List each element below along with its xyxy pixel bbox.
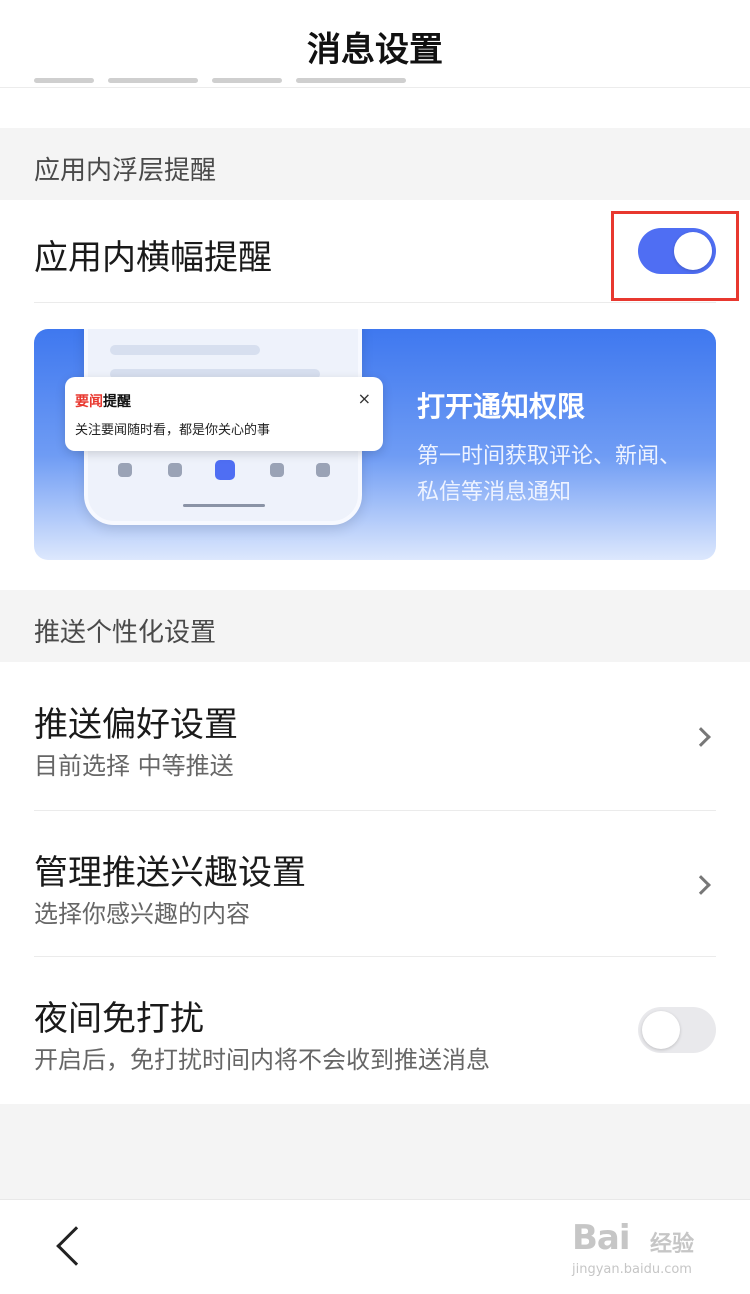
back-arrow-icon[interactable] bbox=[56, 1226, 96, 1266]
banner-description: 第一时间获取评论、新闻、 私信等消息通知 bbox=[417, 444, 682, 505]
section-label: 推送个性化设置 bbox=[34, 618, 217, 648]
divider bbox=[34, 302, 716, 303]
section-header-personal: 推送个性化设置 bbox=[0, 590, 750, 662]
section-header-floating: 应用内浮层提醒 bbox=[0, 128, 750, 200]
chevron-right-icon bbox=[691, 727, 711, 747]
page-title: 消息设置 bbox=[307, 30, 443, 70]
play-icon bbox=[168, 463, 182, 477]
bottom-toolbar: Bai 经验 jingyan.baidu.com bbox=[0, 1199, 750, 1294]
nav-header: 消息设置 bbox=[0, 0, 750, 88]
scrolled-content-remnant bbox=[34, 78, 484, 88]
notification-body: 关注要闻随时看，都是你关心的事 bbox=[75, 423, 271, 438]
banner-title: 打开通知权限 bbox=[417, 390, 586, 423]
banner-reminder-label: 应用内横幅提醒 bbox=[34, 238, 272, 278]
sample-notification: 要闻提醒 关注要闻随时看，都是你关心的事 × bbox=[65, 377, 383, 451]
item-subtitle: 目前选择 中等推送 bbox=[34, 752, 234, 780]
notification-permission-banner[interactable]: 要闻提醒 关注要闻随时看，都是你关心的事 × 打开通知权限 第一时间获取评论、新… bbox=[34, 329, 716, 560]
highlight-annotation-box bbox=[611, 211, 739, 301]
divider bbox=[34, 956, 716, 957]
paw-icon bbox=[118, 463, 132, 477]
notification-title: 要闻提醒 bbox=[75, 394, 131, 410]
empty-area bbox=[0, 1104, 750, 1199]
section-label: 应用内浮层提醒 bbox=[34, 156, 217, 186]
item-subtitle: 选择你感兴趣的内容 bbox=[34, 900, 250, 928]
divider bbox=[34, 810, 716, 811]
phone-tabbar bbox=[98, 451, 348, 491]
mic-icon bbox=[215, 460, 235, 480]
home-indicator bbox=[183, 504, 265, 507]
user-icon bbox=[316, 463, 330, 477]
watermark: Bai 经验 jingyan.baidu.com bbox=[572, 1218, 695, 1277]
message-icon bbox=[270, 463, 284, 477]
item-title: 推送偏好设置 bbox=[34, 705, 238, 745]
toggle-knob bbox=[642, 1011, 680, 1049]
close-icon: × bbox=[357, 389, 371, 408]
item-title: 管理推送兴趣设置 bbox=[34, 853, 306, 893]
chevron-right-icon bbox=[691, 875, 711, 895]
item-subtitle: 开启后，免打扰时间内将不会收到推送消息 bbox=[34, 1046, 490, 1074]
item-title: 夜间免打扰 bbox=[34, 999, 204, 1039]
do-not-disturb-toggle[interactable] bbox=[638, 1007, 716, 1053]
